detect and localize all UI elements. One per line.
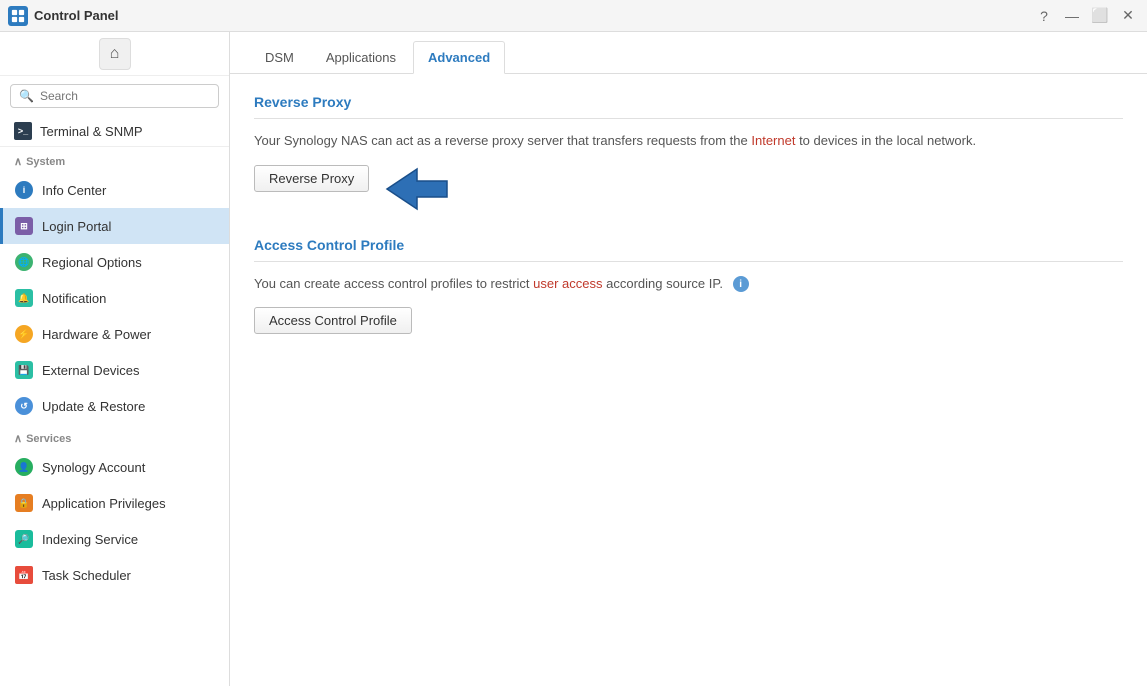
sidebar-item-indexing-service[interactable]: 🔎 Indexing Service	[0, 521, 229, 557]
search-icon: 🔍	[19, 89, 34, 103]
reverse-proxy-title: Reverse Proxy	[254, 94, 1123, 110]
reverse-proxy-section: Reverse Proxy Your Synology NAS can act …	[254, 94, 1123, 213]
home-button[interactable]: ⌂	[99, 38, 131, 70]
synology-account-label: Synology Account	[42, 460, 145, 475]
sidebar-item-update-restore[interactable]: ↺ Update & Restore	[0, 388, 229, 424]
content-area: DSM Applications Advanced Reverse Proxy …	[230, 32, 1147, 686]
tab-advanced[interactable]: Advanced	[413, 41, 505, 74]
regional-options-label: Regional Options	[42, 255, 142, 270]
user-access-highlight: user access	[533, 276, 602, 291]
access-control-divider	[254, 261, 1123, 262]
sidebar-item-info-center[interactable]: i Info Center	[0, 172, 229, 208]
login-portal-label: Login Portal	[42, 219, 111, 234]
app-icon	[8, 6, 28, 26]
tab-advanced-label: Advanced	[428, 50, 490, 65]
titlebar-controls: ? — ⬜ ✕	[1033, 5, 1139, 27]
main-container: ⌂ 🔍 >_ Terminal & SNMP ∧ System i Info C…	[0, 32, 1147, 686]
system-section-label: System	[26, 156, 65, 168]
info-icon[interactable]: i	[733, 276, 749, 292]
update-restore-icon: ↺	[14, 396, 34, 416]
external-devices-icon: 💾	[14, 360, 34, 380]
hardware-power-label: Hardware & Power	[42, 327, 151, 342]
login-portal-icon: ⊞	[14, 216, 34, 236]
minimize-button[interactable]: —	[1061, 5, 1083, 27]
sidebar-item-login-portal[interactable]: ⊞ Login Portal	[0, 208, 229, 244]
internet-highlight: Internet	[751, 133, 795, 148]
reverse-proxy-button[interactable]: Reverse Proxy	[254, 165, 369, 192]
collapse-icon: ∧	[14, 155, 22, 168]
reverse-proxy-description: Your Synology NAS can act as a reverse p…	[254, 131, 1123, 151]
application-privileges-icon: 🔒	[14, 493, 34, 513]
regional-options-icon: 🌐	[14, 252, 34, 272]
sidebar-item-notification[interactable]: 🔔 Notification	[0, 280, 229, 316]
content-body: Reverse Proxy Your Synology NAS can act …	[230, 74, 1147, 686]
sidebar: ⌂ 🔍 >_ Terminal & SNMP ∧ System i Info C…	[0, 32, 230, 686]
services-section-header: ∧ Services	[0, 424, 229, 449]
arrow-annotation	[377, 165, 457, 213]
hardware-power-icon: ⚡	[14, 324, 34, 344]
indexing-service-label: Indexing Service	[42, 532, 138, 547]
notification-icon: 🔔	[14, 288, 34, 308]
access-control-section: Access Control Profile You can create ac…	[254, 237, 1123, 355]
app-title: Control Panel	[34, 8, 119, 23]
update-restore-label: Update & Restore	[42, 399, 145, 414]
search-input[interactable]	[40, 89, 210, 103]
sidebar-item-terminal[interactable]: >_ Terminal & SNMP	[0, 116, 229, 147]
tab-dsm-label: DSM	[265, 50, 294, 65]
sidebar-item-external-devices[interactable]: 💾 External Devices	[0, 352, 229, 388]
tab-bar: DSM Applications Advanced	[230, 32, 1147, 74]
search-box[interactable]: 🔍	[10, 84, 219, 108]
terminal-label: Terminal & SNMP	[40, 124, 143, 139]
titlebar: Control Panel ? — ⬜ ✕	[0, 0, 1147, 32]
tab-applications-label: Applications	[326, 50, 396, 65]
indexing-service-icon: 🔎	[14, 529, 34, 549]
services-collapse-icon: ∧	[14, 432, 22, 445]
reverse-proxy-divider	[254, 118, 1123, 119]
synology-account-icon: 👤	[14, 457, 34, 477]
application-privileges-label: Application Privileges	[42, 496, 166, 511]
sidebar-item-synology-account[interactable]: 👤 Synology Account	[0, 449, 229, 485]
close-button[interactable]: ✕	[1117, 5, 1139, 27]
sidebar-item-hardware-power[interactable]: ⚡ Hardware & Power	[0, 316, 229, 352]
task-scheduler-label: Task Scheduler	[42, 568, 131, 583]
access-control-title: Access Control Profile	[254, 237, 1123, 253]
info-center-label: Info Center	[42, 183, 106, 198]
titlebar-left: Control Panel	[8, 6, 119, 26]
sidebar-item-application-privileges[interactable]: 🔒 Application Privileges	[0, 485, 229, 521]
sidebar-item-regional-options[interactable]: 🌐 Regional Options	[0, 244, 229, 280]
tab-applications[interactable]: Applications	[311, 41, 411, 74]
external-devices-label: External Devices	[42, 363, 140, 378]
tab-dsm[interactable]: DSM	[250, 41, 309, 74]
task-scheduler-icon: 📅	[14, 565, 34, 585]
sidebar-item-task-scheduler[interactable]: 📅 Task Scheduler	[0, 557, 229, 593]
terminal-icon: >_	[14, 122, 32, 140]
sidebar-home: ⌂	[0, 32, 229, 76]
reverse-proxy-btn-wrapper: Reverse Proxy	[254, 165, 457, 213]
system-section-header: ∧ System	[0, 147, 229, 172]
access-control-button[interactable]: Access Control Profile	[254, 307, 412, 334]
maximize-button[interactable]: ⬜	[1089, 5, 1111, 27]
access-control-description: You can create access control profiles t…	[254, 274, 1123, 294]
notification-label: Notification	[42, 291, 106, 306]
services-section-label: Services	[26, 433, 71, 445]
info-center-icon: i	[14, 180, 34, 200]
help-button[interactable]: ?	[1033, 5, 1055, 27]
